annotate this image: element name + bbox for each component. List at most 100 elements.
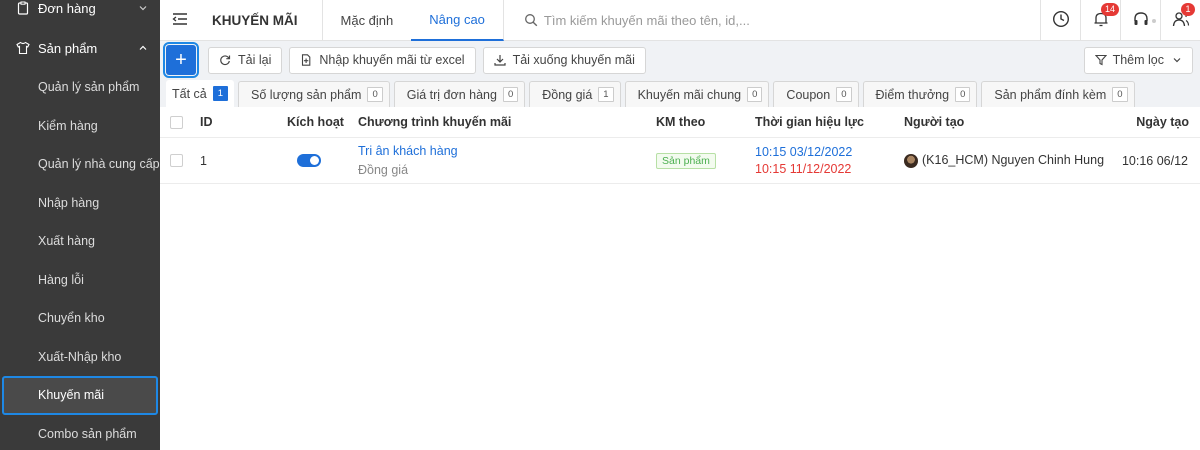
tab-label: Sản phẩm đính kèm xyxy=(994,87,1107,102)
clipboard-icon xyxy=(16,1,30,15)
tab-count: 0 xyxy=(367,87,383,102)
reload-button[interactable]: Tải lại xyxy=(208,46,283,74)
sidebar-item-promotions[interactable]: Khuyến mãi xyxy=(2,376,158,415)
creator-name: (K16_HCM) Nguyen Chinh Hung xyxy=(922,153,1105,168)
tab-default[interactable]: Mặc định xyxy=(323,0,412,41)
end-time: 10:15 11/12/2022 xyxy=(755,162,852,176)
table-header: ID Kích hoạt Chương trình khuyến mãi KM … xyxy=(160,107,1200,138)
sidebar-item-import[interactable]: Nhập hàng xyxy=(0,184,160,223)
tab-bundled-products[interactable]: Sản phẩm đính kèm 0 xyxy=(981,81,1135,107)
chevron-up-icon xyxy=(138,43,148,53)
history-button[interactable] xyxy=(1040,0,1080,41)
tab-all[interactable]: Tất cả 1 xyxy=(166,80,235,107)
promotions-table: ID Kích hoạt Chương trình khuyến mãi KM … xyxy=(160,107,1200,450)
period-cell: 10:15 03/12/2022 10:15 11/12/2022 xyxy=(755,145,852,176)
headset-icon xyxy=(1132,10,1150,31)
column-header-km-by: KM theo xyxy=(656,115,706,129)
add-promotion-button[interactable]: + xyxy=(163,42,199,78)
tab-coupon[interactable]: Coupon 0 xyxy=(773,81,859,107)
reload-label: Tải lại xyxy=(238,53,272,67)
search-input[interactable] xyxy=(543,12,904,28)
menu-collapse-icon xyxy=(172,12,188,29)
tab-label: Coupon xyxy=(786,87,831,102)
tab-advanced[interactable]: Nâng cao xyxy=(411,0,504,41)
tab-order-value[interactable]: Giá trị đơn hàng 0 xyxy=(393,81,526,107)
top-bar: KHUYẾN MÃI Mặc định Nâng cao 14 1 xyxy=(160,0,1200,41)
shirt-icon xyxy=(16,41,30,55)
program-type: Đồng giá xyxy=(358,163,409,177)
sidebar-item-suppliers[interactable]: Quản lý nhà cung cấp xyxy=(0,145,160,184)
add-filter-button[interactable]: Thêm lọc xyxy=(1083,46,1193,74)
tab-count: 0 xyxy=(836,87,852,102)
users-badge: 1 xyxy=(1181,2,1195,16)
download-label: Tải xuống khuyến mãi xyxy=(512,53,635,67)
km-by-tag: Sản phẩm xyxy=(656,152,716,169)
import-excel-label: Nhập khuyến mãi từ excel xyxy=(319,53,465,67)
action-bar: + Tải lại Nhập khuyến mãi từ excel Tải x… xyxy=(160,41,1200,79)
column-header-id: ID xyxy=(200,115,213,129)
import-excel-button[interactable]: Nhập khuyến mãi từ excel xyxy=(289,46,476,74)
download-icon xyxy=(493,54,506,66)
tab-flat-price[interactable]: Đồng giá 1 xyxy=(529,81,621,107)
refresh-icon xyxy=(219,54,231,66)
notifications-button[interactable]: 14 xyxy=(1080,0,1120,41)
tab-product-quantity[interactable]: Số lượng sản phẩm 0 xyxy=(238,81,390,107)
chevron-down-icon xyxy=(1172,55,1182,65)
tab-count: 1 xyxy=(598,87,614,102)
start-time: 10:15 03/12/2022 xyxy=(755,145,853,159)
users-button[interactable]: 1 xyxy=(1160,0,1200,41)
clock-icon xyxy=(1052,10,1070,31)
row-id: 1 xyxy=(200,153,207,168)
active-toggle[interactable] xyxy=(297,154,321,167)
column-header-active: Kích hoạt xyxy=(287,115,344,129)
notifications-badge: 14 xyxy=(1101,2,1120,16)
select-all-checkbox[interactable] xyxy=(170,115,183,129)
table-row[interactable]: 1 Tri ân khách hàng Đồng giá Sản phẩm 10… xyxy=(160,138,1200,184)
sidebar-group-label: Đơn hàng xyxy=(38,0,96,16)
sidebar-group-products[interactable]: Sản phẩm xyxy=(0,28,160,68)
sidebar-item-inventory-check[interactable]: Kiểm hàng xyxy=(0,107,160,146)
sidebar-item-product-management[interactable]: Quản lý sản phẩm xyxy=(0,68,160,107)
download-button[interactable]: Tải xuống khuyến mãi xyxy=(482,46,646,74)
program-name-link[interactable]: Tri ân khách hàng xyxy=(358,144,458,158)
support-button[interactable] xyxy=(1120,0,1160,41)
tab-label: Tất cả xyxy=(172,86,207,101)
tab-count: 0 xyxy=(955,87,971,102)
sidebar-group-label: Sản phẩm xyxy=(38,40,98,56)
sidebar-item-defective[interactable]: Hàng lỗi xyxy=(0,261,160,300)
created-date: 10:16 06/12 xyxy=(1121,153,1188,168)
program-cell: Tri ân khách hàng Đồng giá xyxy=(358,144,458,177)
filter-icon xyxy=(1094,54,1107,66)
column-header-program: Chương trình khuyến mãi xyxy=(358,115,512,129)
tab-label: Số lượng sản phẩm xyxy=(251,87,362,102)
tab-count: 0 xyxy=(1112,87,1128,102)
sidebar-item-import-export[interactable]: Xuất-Nhập kho xyxy=(0,338,160,377)
row-checkbox[interactable] xyxy=(170,154,183,167)
sidebar-item-combo[interactable]: Combo sản phẩm xyxy=(0,415,160,450)
column-header-created: Ngày tạo xyxy=(1136,115,1189,129)
menu-toggle-button[interactable] xyxy=(160,0,200,41)
sidebar-group-orders[interactable]: Đơn hàng xyxy=(0,0,160,20)
column-header-creator: Người tạo xyxy=(904,115,965,129)
add-filter-label: Thêm lọc xyxy=(1112,53,1164,67)
tab-label: Điểm thưởng xyxy=(875,87,950,102)
tab-count: 0 xyxy=(502,87,519,102)
tab-count: 0 xyxy=(747,87,763,102)
tab-general-promotion[interactable]: Khuyến mãi chung 0 xyxy=(624,81,770,107)
file-add-icon xyxy=(300,54,312,66)
promotion-type-tabs: Tất cả 1 Số lượng sản phẩm 0 Giá trị đơn… xyxy=(160,80,1200,107)
tab-label: Giá trị đơn hàng xyxy=(406,87,497,102)
creator-cell: (K16_HCM) Nguyen Chinh Hung xyxy=(904,153,1104,168)
search-icon xyxy=(524,13,538,27)
sidebar: Đơn hàng Sản phẩm Quản lý sản phẩm Kiểm … xyxy=(0,0,160,450)
column-header-period: Thời gian hiệu lực xyxy=(755,115,864,129)
sidebar-item-transfer[interactable]: Chuyển kho xyxy=(0,299,160,338)
avatar xyxy=(904,153,918,168)
sidebar-item-export[interactable]: Xuất hàng xyxy=(0,222,160,261)
search-bar xyxy=(504,0,1040,41)
chevron-down-icon xyxy=(138,3,148,13)
tab-label: Đồng giá xyxy=(542,87,593,102)
status-dot xyxy=(1152,18,1156,23)
tab-reward-points[interactable]: Điểm thưởng 0 xyxy=(862,81,978,107)
tab-label: Khuyến mãi chung xyxy=(637,87,742,102)
